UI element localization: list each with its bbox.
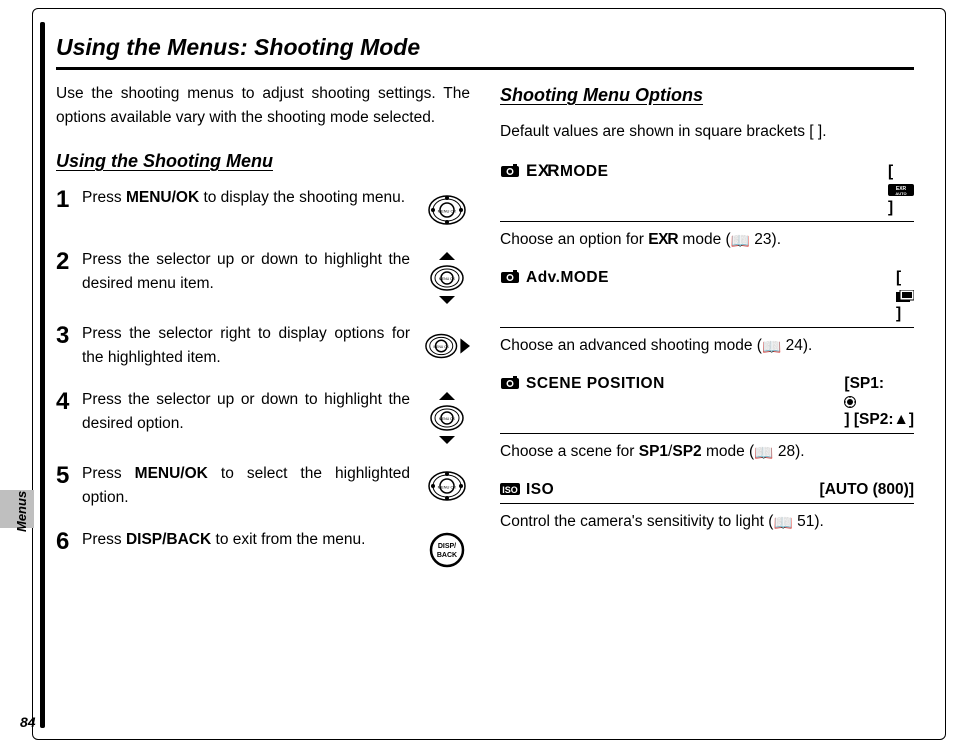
option-iso-header: ISO ISO [AUTO (800)] xyxy=(500,478,914,504)
step-text: Press the selector right to display opti… xyxy=(82,322,416,370)
selector-center-icon: MENU OK xyxy=(424,186,470,230)
step-text: Press the selector up or down to highlig… xyxy=(82,388,416,436)
right-column: Shooting Menu Options Default values are… xyxy=(500,82,914,708)
page-title: Using the Menus: Shooting Mode xyxy=(56,34,914,70)
camera-icon xyxy=(500,376,520,390)
vertical-rule xyxy=(40,22,45,728)
svg-text:BACK: BACK xyxy=(437,552,457,559)
step-number: 3 xyxy=(56,322,74,348)
right-intro: Default values are shown in square brack… xyxy=(500,120,914,144)
camera-icon xyxy=(500,270,520,284)
step-text: Press the selector up or down to highlig… xyxy=(82,248,416,296)
step-4: 4 Press the selector up or down to highl… xyxy=(56,388,470,444)
step-number: 6 xyxy=(56,528,74,554)
step-5: 5 Press MENU/OK to select the highlighte… xyxy=(56,462,470,510)
svg-text:MENU OK: MENU OK xyxy=(439,277,456,281)
option-exr-mode-header: EXR MODE [EXRAUTO] xyxy=(500,158,914,222)
step-6: 6 Press DISP/BACK to exit from the menu.… xyxy=(56,528,470,568)
left-subheading: Using the Shooting Menu xyxy=(56,148,470,176)
step-number: 2 xyxy=(56,248,74,274)
step-number: 5 xyxy=(56,462,74,488)
svg-text:MENU OK: MENU OK xyxy=(438,484,457,489)
content-area: Use the shooting menus to adjust shootin… xyxy=(56,82,914,708)
selector-center-icon: MENU OK xyxy=(424,462,470,506)
intro-text: Use the shooting menus to adjust shootin… xyxy=(56,82,470,130)
selector-updown-icon: MENU OK xyxy=(424,248,470,304)
step-3: 3 Press the selector right to display op… xyxy=(56,322,470,370)
option-adv-mode-body: Choose an advanced shooting mode (📖 24). xyxy=(500,334,914,358)
side-tab: Menus xyxy=(0,490,34,528)
step-1: 1 Press MENU/OK to display the shooting … xyxy=(56,186,470,230)
right-subheading: Shooting Menu Options xyxy=(500,82,914,110)
option-adv-mode-header: Adv. MODE [] xyxy=(500,266,914,328)
step-2: 2 Press the selector up or down to highl… xyxy=(56,248,470,304)
option-exr-mode-body: Choose an option for EXR mode (📖 23). xyxy=(500,228,914,252)
option-iso-body: Control the camera's sensitivity to ligh… xyxy=(500,510,914,534)
step-text: Press MENU/OK to select the highlighted … xyxy=(82,462,416,510)
step-number: 4 xyxy=(56,388,74,414)
svg-text:MENU OK: MENU OK xyxy=(438,208,457,213)
selector-updown-icon: MENU OK xyxy=(424,388,470,444)
left-column: Use the shooting menus to adjust shootin… xyxy=(56,82,474,708)
svg-text:MENU OK: MENU OK xyxy=(433,345,449,349)
option-scene-position-body: Choose a scene for SP1/SP2 mode (📖 28). xyxy=(500,440,914,464)
option-scene-position-header: SCENE POSITION [SP1:] [SP2:▲] xyxy=(500,372,914,434)
iso-icon: ISO xyxy=(500,482,520,496)
step-text: Press MENU/OK to display the shooting me… xyxy=(82,186,416,210)
svg-text:ISO: ISO xyxy=(502,485,518,495)
disp-back-icon: DISP/ BACK xyxy=(424,528,470,568)
camera-icon xyxy=(500,164,520,178)
selector-right-icon: MENU OK xyxy=(424,322,470,366)
side-tab-label: Menus xyxy=(14,491,29,532)
svg-text:AUTO: AUTO xyxy=(895,191,906,196)
svg-text:MENU OK: MENU OK xyxy=(439,417,456,421)
step-number: 1 xyxy=(56,186,74,212)
page-number: 84 xyxy=(20,714,36,730)
step-text: Press DISP/BACK to exit from the menu. xyxy=(82,528,416,552)
svg-text:DISP/: DISP/ xyxy=(438,543,456,550)
